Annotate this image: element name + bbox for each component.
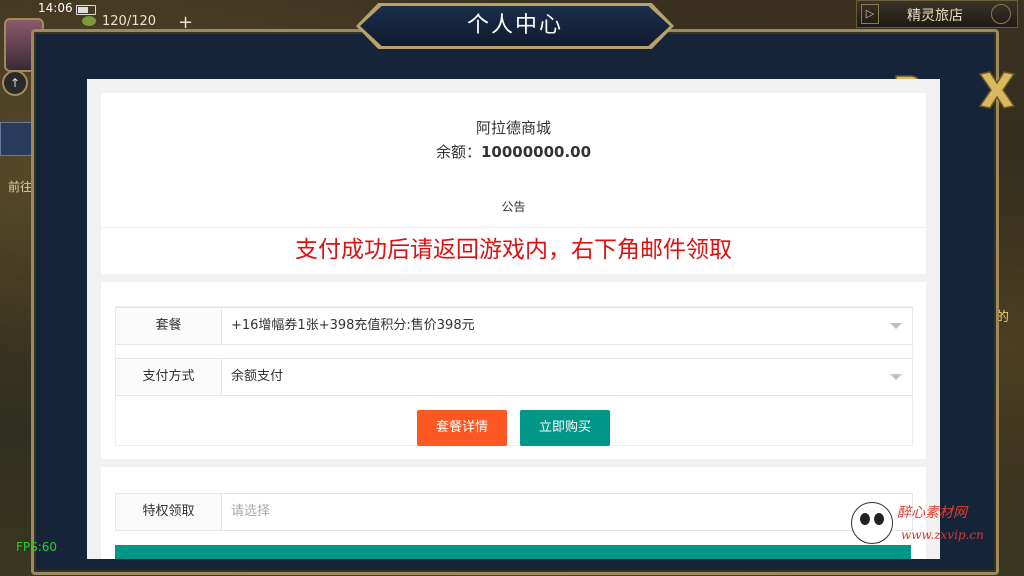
quest-label: 前往 xyxy=(8,180,33,194)
package-label: 套餐 xyxy=(116,308,222,344)
notice-title: 公告 xyxy=(501,200,526,214)
energy-counter: 120/120 xyxy=(82,14,156,29)
energy-icon xyxy=(82,16,96,26)
chevron-down-icon xyxy=(890,323,902,329)
watermark-text: 醉心素材网 xyxy=(897,505,967,521)
privilege-select[interactable]: 特权领取 请选择 xyxy=(115,493,913,531)
submit-bar[interactable] xyxy=(115,545,911,559)
divider xyxy=(101,227,926,228)
menu-toggle-button[interactable]: ↑ xyxy=(2,70,28,96)
balance-label: 余额： xyxy=(435,143,481,161)
watermark-url: www.zxvip.cn xyxy=(901,528,984,542)
payment-label: 支付方式 xyxy=(116,359,222,395)
clock: 14:06 xyxy=(38,1,73,15)
divider-band xyxy=(101,459,926,467)
divider-band xyxy=(101,274,926,282)
package-value: +16增幅券1张+398充值积分:售价398元 xyxy=(231,318,475,333)
elf-inn-button[interactable]: ▷ 精灵旅店 xyxy=(856,0,1018,28)
arrow-icon: ▷ xyxy=(861,4,879,24)
close-icon xyxy=(978,71,1016,109)
shop-page: 阿拉德商城 余额：10000000.00 公告 支付成功后请返回游戏内，右下角邮… xyxy=(101,93,926,559)
balance-value: 10000000.00 xyxy=(480,143,592,161)
balance: 余额：10000000.00 xyxy=(101,141,926,162)
package-details-button[interactable]: 套餐详情 xyxy=(417,410,507,446)
notice-text: 支付成功后请返回游戏内，右下角邮件领取 xyxy=(295,237,732,263)
privilege-placeholder: 请选择 xyxy=(231,504,271,519)
package-select[interactable]: 套餐 +16增幅券1张+398充值积分:售价398元 xyxy=(115,307,913,345)
panel-title: 个人中心 xyxy=(466,13,563,38)
quest-tile-icon[interactable] xyxy=(0,122,34,156)
close-button[interactable] xyxy=(976,70,1018,110)
panda-logo-icon xyxy=(851,502,893,544)
energy-value: 120/120 xyxy=(102,14,157,29)
buy-now-button[interactable]: 立即购买 xyxy=(520,410,610,446)
privilege-label: 特权领取 xyxy=(116,494,222,530)
fps-counter: FPS:60 xyxy=(16,540,58,554)
watermark: 醉心素材网 www.zxvip.cn xyxy=(845,498,1015,548)
webview: 阿拉德商城 余额：10000000.00 公告 支付成功后请返回游戏内，右下角邮… xyxy=(87,79,940,559)
payment-value: 余额支付 xyxy=(231,369,284,384)
chevron-down-icon xyxy=(890,374,902,380)
inn-icon xyxy=(991,4,1011,24)
elf-inn-label: 精灵旅店 xyxy=(907,8,963,24)
payment-method-select[interactable]: 支付方式 余额支付 xyxy=(115,358,913,396)
shop-name: 阿拉德商城 xyxy=(475,119,551,137)
